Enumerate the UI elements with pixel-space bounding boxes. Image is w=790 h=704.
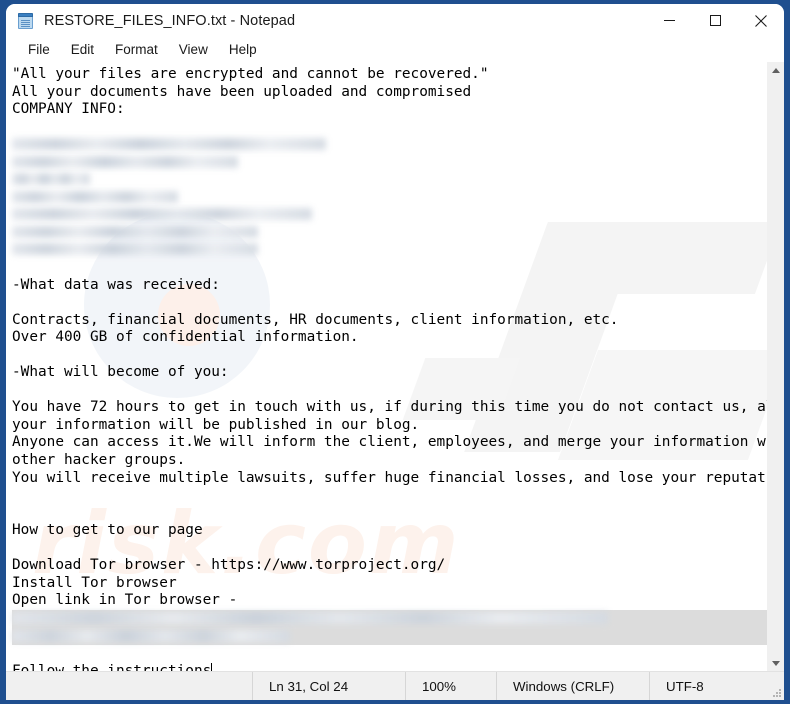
line-content: Over 400 GB of confidential information.	[12, 329, 359, 346]
line-content: your information will be published in ou…	[12, 416, 420, 433]
text-line: Follow the instructions	[12, 662, 767, 671]
text-line: How to get to our page	[12, 522, 767, 540]
text-editor[interactable]: risk.com "All your files are encrypted a…	[6, 62, 767, 671]
document-text: "All your files are encrypted and cannot…	[12, 66, 767, 671]
text-line: "All your files are encrypted and cannot…	[12, 66, 767, 84]
line-content	[12, 119, 21, 135]
redacted-text	[12, 208, 312, 221]
redacted-text	[12, 138, 326, 151]
redacted-text	[12, 225, 258, 238]
text-line	[12, 609, 767, 628]
scroll-down-arrow[interactable]	[768, 655, 784, 671]
line-content: Anyone can access it.We will inform the …	[12, 434, 767, 451]
text-line	[12, 505, 767, 523]
text-line: Over 400 GB of confidential information.	[12, 329, 767, 347]
close-button[interactable]	[738, 4, 784, 37]
window-controls	[646, 4, 784, 37]
text-line	[12, 241, 767, 259]
text-line: Install Tor browser	[12, 575, 767, 593]
menu-edit[interactable]: Edit	[61, 39, 104, 61]
text-line: other hacker groups.	[12, 452, 767, 470]
text-line: Download Tor browser - https://www.torpr…	[12, 557, 767, 575]
text-line: Open link in Tor browser -	[12, 592, 767, 610]
text-line	[12, 382, 767, 400]
text-line: -What will become of you:	[12, 364, 767, 382]
redacted-text	[12, 629, 290, 642]
redacted-text	[12, 173, 90, 186]
line-content	[12, 505, 21, 521]
maximize-button[interactable]	[692, 4, 738, 37]
text-line: COMPANY INFO:	[12, 101, 767, 119]
line-content: Follow the instructions	[12, 662, 212, 671]
line-content: -What data was received:	[12, 276, 220, 293]
text-line	[12, 119, 767, 137]
menu-file[interactable]: File	[18, 39, 60, 61]
line-content: COMPANY INFO:	[12, 101, 125, 118]
text-line	[12, 627, 767, 646]
notepad-icon	[18, 12, 35, 29]
line-content: Contracts, financial documents, HR docum…	[12, 311, 619, 328]
editor-area: risk.com "All your files are encrypted a…	[6, 62, 784, 671]
menu-help[interactable]: Help	[219, 39, 267, 61]
line-content: How to get to our page	[12, 522, 203, 539]
redacted-text	[12, 611, 608, 624]
line-content: All your documents have been uploaded an…	[12, 83, 472, 100]
text-line	[12, 136, 767, 154]
line-content	[12, 294, 21, 310]
text-line: You have 72 hours to get in touch with u…	[12, 399, 767, 417]
title-bar: RESTORE_FILES_INFO.txt - Notepad	[6, 4, 784, 37]
text-line: You will receive multiple lawsuits, suff…	[12, 470, 767, 488]
line-content	[12, 382, 21, 398]
text-line: -What data was received:	[12, 277, 767, 295]
line-content	[12, 347, 21, 363]
text-line	[12, 154, 767, 172]
status-zoom-level[interactable]: 100%	[405, 672, 496, 700]
resize-grip[interactable]	[768, 672, 784, 700]
line-content: other hacker groups.	[12, 452, 186, 469]
text-caret	[211, 662, 213, 671]
menu-bar: File Edit Format View Help	[6, 37, 784, 62]
line-content	[12, 540, 21, 556]
redacted-text	[12, 155, 238, 168]
text-line: your information will be published in ou…	[12, 417, 767, 435]
screenshot-frame: RESTORE_FILES_INFO.txt - Notepad File Edi…	[0, 0, 790, 704]
line-content: Install Tor browser	[12, 574, 177, 591]
menu-format[interactable]: Format	[105, 39, 168, 61]
text-line: Anyone can access it.We will inform the …	[12, 434, 767, 452]
redacted-text	[12, 190, 178, 203]
notepad-window: RESTORE_FILES_INFO.txt - Notepad File Edi…	[6, 4, 784, 700]
redacted-text	[12, 243, 258, 256]
menu-view[interactable]: View	[169, 39, 218, 61]
status-cursor-position[interactable]: Ln 31, Col 24	[252, 672, 405, 700]
line-content	[12, 645, 21, 661]
text-line	[12, 487, 767, 505]
line-content: Open link in Tor browser -	[12, 592, 238, 609]
text-line	[12, 294, 767, 312]
text-line: All your documents have been uploaded an…	[12, 84, 767, 102]
vertical-scrollbar[interactable]	[767, 62, 784, 671]
text-line	[12, 189, 767, 207]
window-title: RESTORE_FILES_INFO.txt - Notepad	[44, 12, 296, 29]
line-content: You have 72 hours to get in touch with u…	[12, 399, 767, 416]
line-content: "All your files are encrypted and cannot…	[12, 66, 489, 82]
text-line	[12, 347, 767, 365]
text-line	[12, 259, 767, 277]
line-content	[12, 259, 21, 275]
line-content: Download Tor browser - https://www.torpr…	[12, 557, 446, 574]
scroll-up-arrow[interactable]	[768, 62, 784, 78]
text-line	[12, 224, 767, 242]
minimize-button[interactable]	[646, 4, 692, 37]
line-content	[12, 487, 21, 503]
text-line: Contracts, financial documents, HR docum…	[12, 312, 767, 330]
status-line-ending[interactable]: Windows (CRLF)	[496, 672, 649, 700]
text-line	[12, 645, 767, 663]
text-line	[12, 206, 767, 224]
line-content: -What will become of you:	[12, 364, 229, 381]
status-encoding[interactable]: UTF-8	[649, 672, 768, 700]
line-content: You will receive multiple lawsuits, suff…	[12, 469, 767, 486]
text-line	[12, 171, 767, 189]
text-line	[12, 540, 767, 558]
status-bar: Ln 31, Col 24 100% Windows (CRLF) UTF-8	[6, 671, 784, 700]
